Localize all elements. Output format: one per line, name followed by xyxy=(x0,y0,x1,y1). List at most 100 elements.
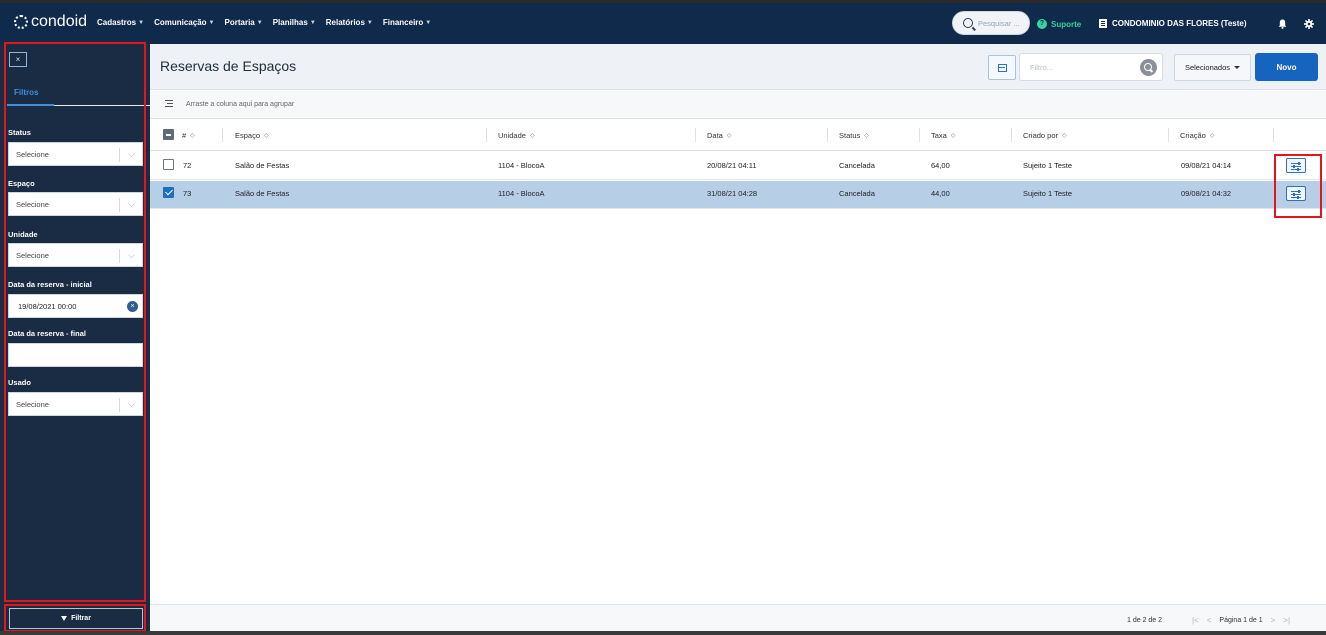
column-header-status[interactable]: Status ◇ xyxy=(839,131,869,140)
data-final-input[interactable] xyxy=(8,343,143,367)
support-link[interactable]: ? Suporte xyxy=(1037,19,1081,29)
column-divider[interactable] xyxy=(1011,128,1012,142)
support-label: Suporte xyxy=(1051,19,1082,29)
cell-status: Cancelada xyxy=(839,189,875,198)
menu-label: Financeiro xyxy=(382,18,424,27)
column-header-data[interactable]: Data ◇ xyxy=(707,131,731,140)
grid-view-toggle[interactable] xyxy=(988,55,1016,80)
unidade-select-value: Selecione xyxy=(16,250,49,260)
caret-down-icon: ▼ xyxy=(138,19,145,26)
sort-icon: ◇ xyxy=(864,133,869,139)
page-label: Página 1 de 1 xyxy=(1219,617,1263,624)
cell-espaco: Salão de Festas xyxy=(235,161,290,170)
status-select-value: Selecione xyxy=(16,149,49,159)
usado-select[interactable]: Selecione ⌵ xyxy=(8,392,143,416)
column-header-criacao[interactable]: Criação ◇ xyxy=(1180,131,1214,140)
espaco-select[interactable]: Selecione ⌵ xyxy=(8,192,143,216)
search-icon xyxy=(963,18,973,28)
clear-icon[interactable]: × xyxy=(127,301,138,312)
sort-icon: ◇ xyxy=(529,133,535,139)
tab-filtros[interactable]: Filtros xyxy=(14,88,38,97)
search-placeholder: Pesquisar ... xyxy=(978,18,1020,28)
first-page-icon[interactable]: |< xyxy=(1192,616,1199,625)
menu-planilhas[interactable]: Planilhas ▼ xyxy=(273,18,316,27)
menu-relatorios[interactable]: Relatórios ▼ xyxy=(326,18,373,27)
status-select[interactable]: Selecione ⌵ xyxy=(8,142,143,166)
cell-criacao: 09/08/21 04:14 xyxy=(1181,161,1232,170)
chevron-down-icon: ⌵ xyxy=(128,149,135,159)
novo-button[interactable]: Novo xyxy=(1255,53,1318,81)
bell-icon[interactable] xyxy=(1278,19,1287,29)
column-header-id[interactable]: # ◇ xyxy=(182,131,195,140)
caret-down-icon: ▼ xyxy=(256,19,263,26)
select-all-checkbox[interactable] xyxy=(163,129,174,140)
column-label: # xyxy=(182,131,187,140)
sort-icon: ◇ xyxy=(264,133,269,139)
column-label: Criado por xyxy=(1023,131,1059,140)
menu-financeiro[interactable]: Financeiro ▼ xyxy=(383,18,431,27)
cell-data: 31/08/21 04:28 xyxy=(707,189,758,198)
menu-comunicacao[interactable]: Comunicação ▼ xyxy=(154,18,214,27)
unidade-select[interactable]: Selecione ⌵ xyxy=(8,243,143,267)
sort-icon: ◇ xyxy=(1209,133,1215,139)
filtrar-button[interactable]: Filtrar xyxy=(9,608,143,629)
condo-selector[interactable]: CONDOMINIO DAS FLORES (Teste) xyxy=(1099,19,1247,28)
slider-knob xyxy=(1298,162,1300,165)
column-label: Criação xyxy=(1180,131,1206,140)
close-filters-button[interactable]: × xyxy=(9,52,27,67)
prev-page-icon[interactable]: < xyxy=(1207,616,1212,625)
column-divider[interactable] xyxy=(222,128,223,142)
condo-name: CONDOMINIO DAS FLORES (Teste) xyxy=(1112,19,1247,28)
next-page-icon[interactable]: > xyxy=(1271,616,1276,625)
caret-down-icon: ▼ xyxy=(425,19,432,26)
selecionados-dropdown[interactable]: Selecionados xyxy=(1174,54,1251,81)
cell-criado-por: Sujeito 1 Teste xyxy=(1023,161,1073,170)
column-label: Data xyxy=(707,131,723,140)
gear-icon[interactable] xyxy=(1304,19,1314,29)
sort-icon: ◇ xyxy=(190,133,195,139)
table-icon xyxy=(998,64,1007,72)
column-header-espaco[interactable]: Espaço ◇ xyxy=(235,131,269,140)
column-header-taxa[interactable]: Taxa ◇ xyxy=(931,131,955,140)
column-divider[interactable] xyxy=(1168,128,1169,142)
table-filter-input[interactable]: Filtro... xyxy=(1019,53,1163,81)
column-divider[interactable] xyxy=(827,128,828,142)
selecionados-label: Selecionados xyxy=(1184,63,1231,72)
row-checkbox[interactable] xyxy=(163,187,174,198)
row-actions-button[interactable] xyxy=(1286,186,1306,201)
row-actions-button[interactable] xyxy=(1286,158,1306,173)
brand-logo[interactable]: condoid xyxy=(14,13,87,31)
page-title: Reservas de Espaços xyxy=(160,58,297,74)
sort-icon: ◇ xyxy=(726,133,732,139)
main-menu: Cadastros ▼ Comunicação ▼ Portaria ▼ Planil… xyxy=(97,18,431,27)
usado-filter-label: Usado xyxy=(8,378,31,387)
record-count: 1 de 2 de 2 xyxy=(1127,617,1163,624)
global-search-input[interactable]: Pesquisar ... xyxy=(952,11,1030,35)
column-divider[interactable] xyxy=(1273,128,1274,142)
data-inicial-input[interactable]: 19/08/2021 00:00 × xyxy=(8,294,143,318)
cell-taxa: 44,00 xyxy=(931,189,950,198)
sort-icon: ◇ xyxy=(950,133,956,139)
select-divider xyxy=(119,398,120,412)
chevron-down-icon: ⌵ xyxy=(128,399,135,409)
column-header-unidade[interactable]: Unidade ◇ xyxy=(498,131,535,140)
last-page-icon[interactable]: >| xyxy=(1283,616,1290,625)
menu-label: Comunicação xyxy=(154,18,207,27)
menu-portaria[interactable]: Portaria ▼ xyxy=(225,18,263,27)
slider-knob xyxy=(1293,165,1295,168)
column-divider[interactable] xyxy=(486,128,487,142)
espaco-filter-label: Espaço xyxy=(8,179,35,188)
slider-knob xyxy=(1298,190,1300,193)
cell-criacao: 09/08/21 04:32 xyxy=(1181,189,1232,198)
menu-label: Portaria xyxy=(224,18,255,27)
menu-cadastros[interactable]: Cadastros ▼ xyxy=(97,18,144,27)
column-divider[interactable] xyxy=(695,128,696,142)
column-divider[interactable] xyxy=(919,128,920,142)
group-panel[interactable] xyxy=(150,91,1326,119)
data-final-label: Data da reserva - final xyxy=(8,329,86,338)
search-icon[interactable] xyxy=(1140,59,1157,76)
column-header-criado-por[interactable]: Criado por ◇ xyxy=(1023,131,1067,140)
row-checkbox[interactable] xyxy=(163,159,174,170)
sliders-icon-line xyxy=(1291,169,1301,170)
sliders-icon-line xyxy=(1291,197,1301,198)
